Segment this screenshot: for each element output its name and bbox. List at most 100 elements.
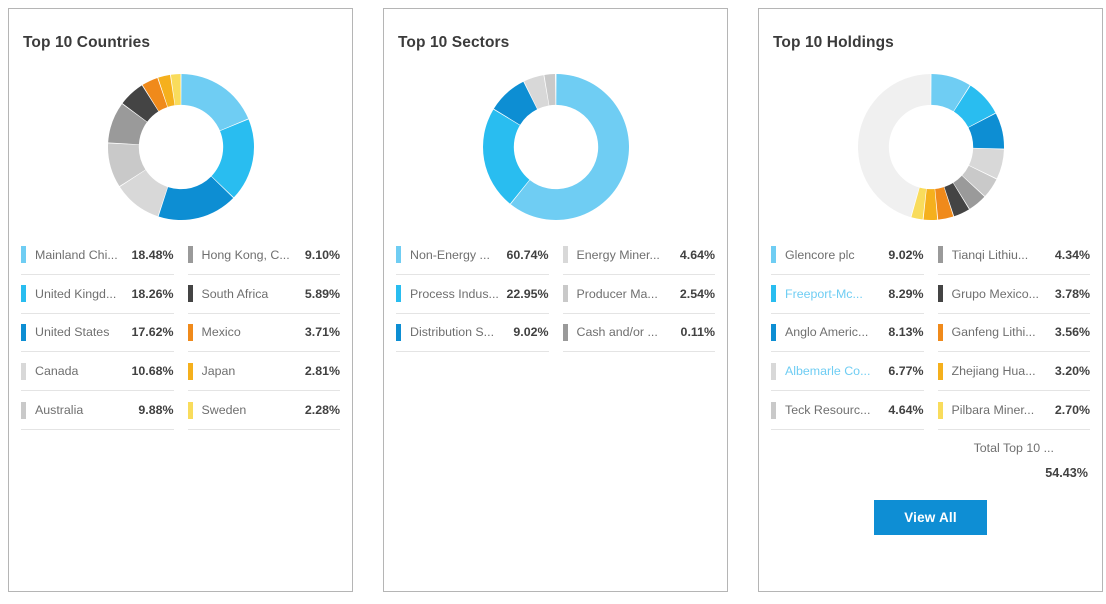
legend-item-label: Cash and/or ... <box>576 325 658 340</box>
donut-chart <box>107 74 254 220</box>
legend-row[interactable]: United States 17.62% <box>21 314 174 353</box>
dashboard-root: Top 10 Countries Mainland Chi... 18.48% Uni… <box>0 0 1106 604</box>
legend-item-value: 18.26% <box>131 286 174 301</box>
legend-row[interactable]: Zhejiang Hua... 3.20% <box>937 352 1090 392</box>
legend-row[interactable]: United Kingd... 18.26% <box>21 275 174 314</box>
legend-item-value: 8.29% <box>888 286 924 301</box>
card-countries: Top 10 Countries Mainland Chi... 18.48% Uni… <box>8 8 353 592</box>
legend-item-value: 9.02% <box>513 325 549 340</box>
legend-row[interactable]: Australia 9.88% <box>21 391 174 430</box>
legend-color-swatch <box>937 401 943 419</box>
legend-item-label: Hong Kong, C... <box>201 247 290 262</box>
legend-row[interactable]: Process Indus... 22.95% <box>396 275 549 314</box>
legend-row[interactable]: Distribution S... 9.02% <box>396 314 549 353</box>
legend-color-swatch <box>21 285 26 303</box>
legend-row[interactable]: Producer Ma... 2.54% <box>562 275 715 314</box>
legend-row[interactable]: Tianqi Lithiu... 4.34% <box>937 236 1090 275</box>
legend-row[interactable]: Mainland Chi... 18.48% <box>21 236 174 275</box>
legend-item-label: Japan <box>201 364 236 379</box>
legend-color-swatch <box>562 323 568 341</box>
legend-item-label: Zhejiang Hua... <box>951 364 1036 379</box>
cards-container: Top 10 Countries Mainland Chi... 18.48% Uni… <box>0 0 1106 592</box>
legend-row[interactable]: Canada 10.68% <box>21 352 174 392</box>
view-all-wrap: View All <box>759 499 1102 535</box>
legend-row[interactable]: Hong Kong, C... 9.10% <box>187 236 340 275</box>
legend-row[interactable]: Glencore plc 9.02% <box>771 236 924 275</box>
legend-item-value: 60.74% <box>506 247 549 262</box>
legend-item-label: Tianqi Lithiu... <box>951 247 1029 262</box>
legend-item-value: 2.81% <box>304 364 340 379</box>
chart-legend: Mainland Chi... 18.48% United Kingd... 18.2… <box>9 236 352 430</box>
legend-color-swatch <box>187 285 193 303</box>
legend-column-left: Glencore plc 9.02% Freeport-Mc... 8.29% Angl… <box>771 236 924 430</box>
view-all-button[interactable]: View All <box>874 499 987 535</box>
legend-color-swatch <box>187 246 193 264</box>
legend-item-value: 4.64% <box>679 247 715 262</box>
legend-row[interactable]: Freeport-Mc... 8.29% <box>771 275 924 314</box>
chart-area <box>384 58 727 236</box>
legend-color-swatch <box>187 401 193 419</box>
legend-row[interactable]: Anglo Americ... 8.13% <box>771 314 924 353</box>
legend-color-swatch <box>937 246 943 264</box>
legend-color-swatch <box>187 362 193 380</box>
legend-column-right: Tianqi Lithiu... 4.34% Grupo Mexico... 3.78… <box>937 236 1090 430</box>
legend-item-label: South Africa <box>201 286 269 301</box>
legend-item-label: Teck Resourc... <box>785 403 871 418</box>
legend-item-value: 8.13% <box>888 325 924 340</box>
legend-item-label: Mexico <box>201 325 241 340</box>
chart-legend: Glencore plc 9.02% Freeport-Mc... 8.29% Angl… <box>759 236 1102 430</box>
legend-row[interactable]: Energy Miner... 4.64% <box>562 236 715 275</box>
legend-color-swatch <box>771 246 776 264</box>
legend-row[interactable]: Albemarle Co... 6.77% <box>771 352 924 392</box>
legend-item-link[interactable]: Albemarle Co... <box>785 364 882 378</box>
legend-row[interactable]: Sweden 2.28% <box>187 391 340 430</box>
legend-row[interactable]: Japan 2.81% <box>187 352 340 392</box>
legend-color-swatch <box>396 285 401 303</box>
card-holdings: Top 10 Holdings Glencore plc 9.02% Freeport… <box>758 8 1103 592</box>
donut-chart <box>482 74 629 220</box>
legend-item-value: 3.20% <box>1054 364 1090 379</box>
legend-color-swatch <box>771 323 776 341</box>
legend-item-value: 3.56% <box>1054 325 1090 340</box>
legend-item-label: Pilbara Miner... <box>951 403 1035 418</box>
legend-row[interactable]: Non-Energy ... 60.74% <box>396 236 549 275</box>
legend-row[interactable]: Mexico 3.71% <box>187 314 340 353</box>
legend-color-swatch <box>21 246 26 264</box>
legend-item-value: 9.10% <box>304 247 340 262</box>
legend-color-swatch <box>937 285 943 303</box>
legend-color-swatch <box>187 323 193 341</box>
card-sectors: Top 10 Sectors Non-Energy ... 60.74% Proces… <box>383 8 728 592</box>
legend-item-value: 9.02% <box>888 247 924 262</box>
chart-area <box>759 58 1102 236</box>
legend-row[interactable]: Pilbara Miner... 2.70% <box>937 391 1090 430</box>
legend-column-left: Mainland Chi... 18.48% United Kingd... 18.2… <box>21 236 174 430</box>
legend-item-link[interactable]: Freeport-Mc... <box>785 287 882 301</box>
legend-color-swatch <box>21 362 26 380</box>
legend-item-label: Australia <box>35 403 84 418</box>
legend-item-label: United States <box>35 325 110 340</box>
total-value: 54.43% <box>1045 465 1088 480</box>
legend-item-label: Grupo Mexico... <box>951 286 1039 301</box>
legend-row[interactable]: Teck Resourc... 4.64% <box>771 391 924 430</box>
legend-item-label: Canada <box>35 364 79 379</box>
legend-row[interactable]: Ganfeng Lithi... 3.56% <box>937 314 1090 353</box>
legend-item-label: Glencore plc <box>785 247 855 262</box>
legend-item-value: 2.54% <box>679 286 715 301</box>
legend-row[interactable]: South Africa 5.89% <box>187 275 340 314</box>
legend-row[interactable]: Cash and/or ... 0.11% <box>562 314 715 353</box>
card-title: Top 10 Holdings <box>773 34 894 51</box>
legend-item-value: 3.78% <box>1054 286 1090 301</box>
legend-item-label: Producer Ma... <box>576 286 658 301</box>
legend-row[interactable]: Grupo Mexico... 3.78% <box>937 275 1090 314</box>
total-label: Total Top 10 ... <box>973 440 1054 455</box>
donut-slice[interactable] <box>180 74 248 131</box>
legend-column-left: Non-Energy ... 60.74% Process Indus... 22.9… <box>396 236 549 353</box>
legend-item-value: 6.77% <box>888 364 924 379</box>
card-title: Top 10 Countries <box>23 34 151 51</box>
legend-item-value: 4.34% <box>1054 247 1090 262</box>
legend-color-swatch <box>21 323 26 341</box>
legend-color-swatch <box>396 246 401 264</box>
legend-item-label: Process Indus... <box>410 286 499 301</box>
legend-item-label: Ganfeng Lithi... <box>951 325 1036 340</box>
donut-chart <box>857 74 1004 220</box>
